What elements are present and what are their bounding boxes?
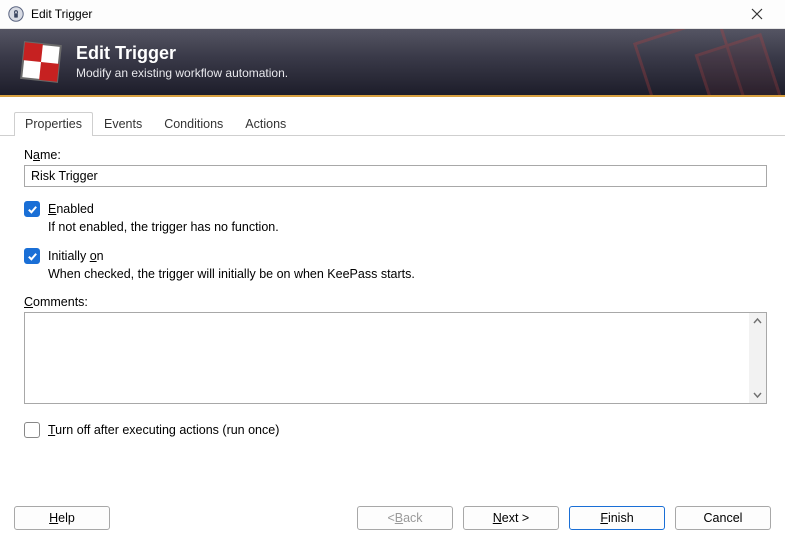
- scroll-up-icon[interactable]: [749, 313, 766, 330]
- enabled-checkbox[interactable]: [24, 201, 40, 217]
- dialog-footer: Help < Back Next > Finish Cancel: [0, 496, 785, 542]
- name-label: Name:: [24, 148, 767, 162]
- tab-conditions[interactable]: Conditions: [153, 112, 234, 136]
- header-title: Edit Trigger: [76, 44, 288, 64]
- initially-on-help: When checked, the trigger will initially…: [48, 267, 767, 281]
- tab-actions[interactable]: Actions: [234, 112, 297, 136]
- finish-button[interactable]: Finish: [569, 506, 665, 530]
- dialog-header: Edit Trigger Modify an existing workflow…: [0, 29, 785, 97]
- header-subtitle: Modify an existing workflow automation.: [76, 66, 288, 80]
- run-once-label: Turn off after executing actions (run on…: [48, 423, 279, 437]
- comments-scrollbar[interactable]: [749, 313, 766, 403]
- tab-strip: Properties Events Conditions Actions: [0, 111, 785, 136]
- help-button[interactable]: Help: [14, 506, 110, 530]
- enabled-help: If not enabled, the trigger has no funct…: [48, 220, 767, 234]
- header-decoration: [595, 29, 785, 97]
- window-title: Edit Trigger: [31, 7, 92, 21]
- enabled-label: Enabled: [48, 202, 94, 216]
- comments-textarea[interactable]: [24, 312, 767, 404]
- app-icon: [8, 6, 24, 22]
- initially-on-label: Initially on: [48, 249, 104, 263]
- next-button[interactable]: Next >: [463, 506, 559, 530]
- run-once-checkbox[interactable]: [24, 422, 40, 438]
- properties-panel: Name: Enabled If not enabled, the trigge…: [0, 136, 785, 448]
- tab-events[interactable]: Events: [93, 112, 153, 136]
- header-icon: [20, 41, 62, 83]
- comments-label: Comments:: [24, 295, 767, 309]
- cancel-button[interactable]: Cancel: [675, 506, 771, 530]
- name-input[interactable]: [24, 165, 767, 187]
- window-close-button[interactable]: [735, 0, 779, 28]
- back-button: < Back: [357, 506, 453, 530]
- initially-on-checkbox[interactable]: [24, 248, 40, 264]
- tab-properties[interactable]: Properties: [14, 112, 93, 136]
- title-bar: Edit Trigger: [0, 0, 785, 29]
- scroll-down-icon[interactable]: [749, 386, 766, 403]
